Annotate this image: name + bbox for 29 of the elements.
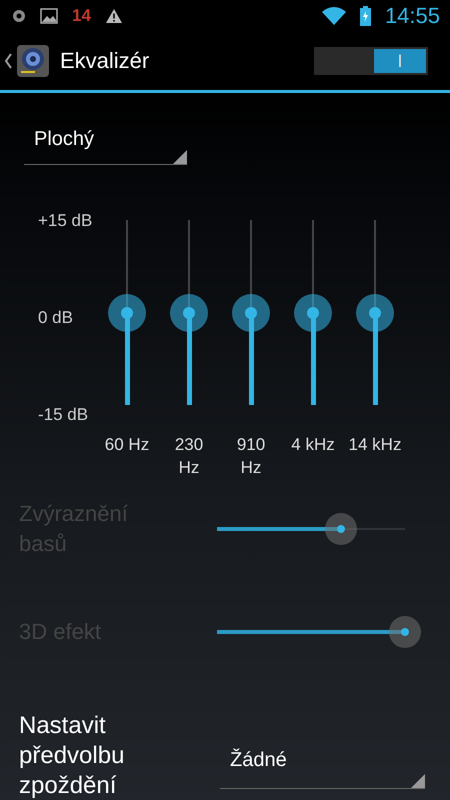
screen-title: Ekvalizér (60, 48, 150, 74)
notification-count: 14 (72, 6, 91, 26)
image-icon (40, 8, 58, 24)
slider-thumb[interactable] (170, 294, 208, 332)
battery-icon (360, 6, 371, 26)
clock: 14:55 (384, 3, 440, 29)
app-icon-button[interactable] (4, 44, 50, 78)
frequency-label: 910 Hz (236, 434, 266, 479)
frequency-label: 60 Hz (104, 434, 150, 456)
scale-label: +15 dB (38, 211, 94, 231)
back-caret-icon (4, 53, 12, 69)
wifi-icon (322, 7, 346, 25)
speaker-icon (16, 44, 50, 78)
slider-thumb[interactable] (232, 294, 270, 332)
dropdown-triangle-icon (411, 774, 425, 788)
delay-preset-dropdown[interactable]: Žádné (220, 739, 425, 789)
frequency-label: 230 Hz (174, 434, 204, 479)
preset-dropdown[interactable]: Plochý (24, 121, 187, 165)
scale-label: -15 dB (38, 405, 90, 425)
settings-icon (12, 9, 26, 23)
slider-thumb[interactable] (294, 294, 332, 332)
frequency-label: 4 kHz (290, 434, 336, 456)
scale-label: 0 dB (38, 308, 74, 328)
slider-thumb[interactable] (356, 294, 394, 332)
slider-thumb[interactable] (108, 294, 146, 332)
frequency-label: 14 kHz (348, 434, 402, 456)
warning-icon (104, 8, 123, 24)
dropdown-triangle-icon (173, 150, 187, 164)
delay-preset-label: Nastavit předvolbu zpoždění (19, 711, 126, 800)
